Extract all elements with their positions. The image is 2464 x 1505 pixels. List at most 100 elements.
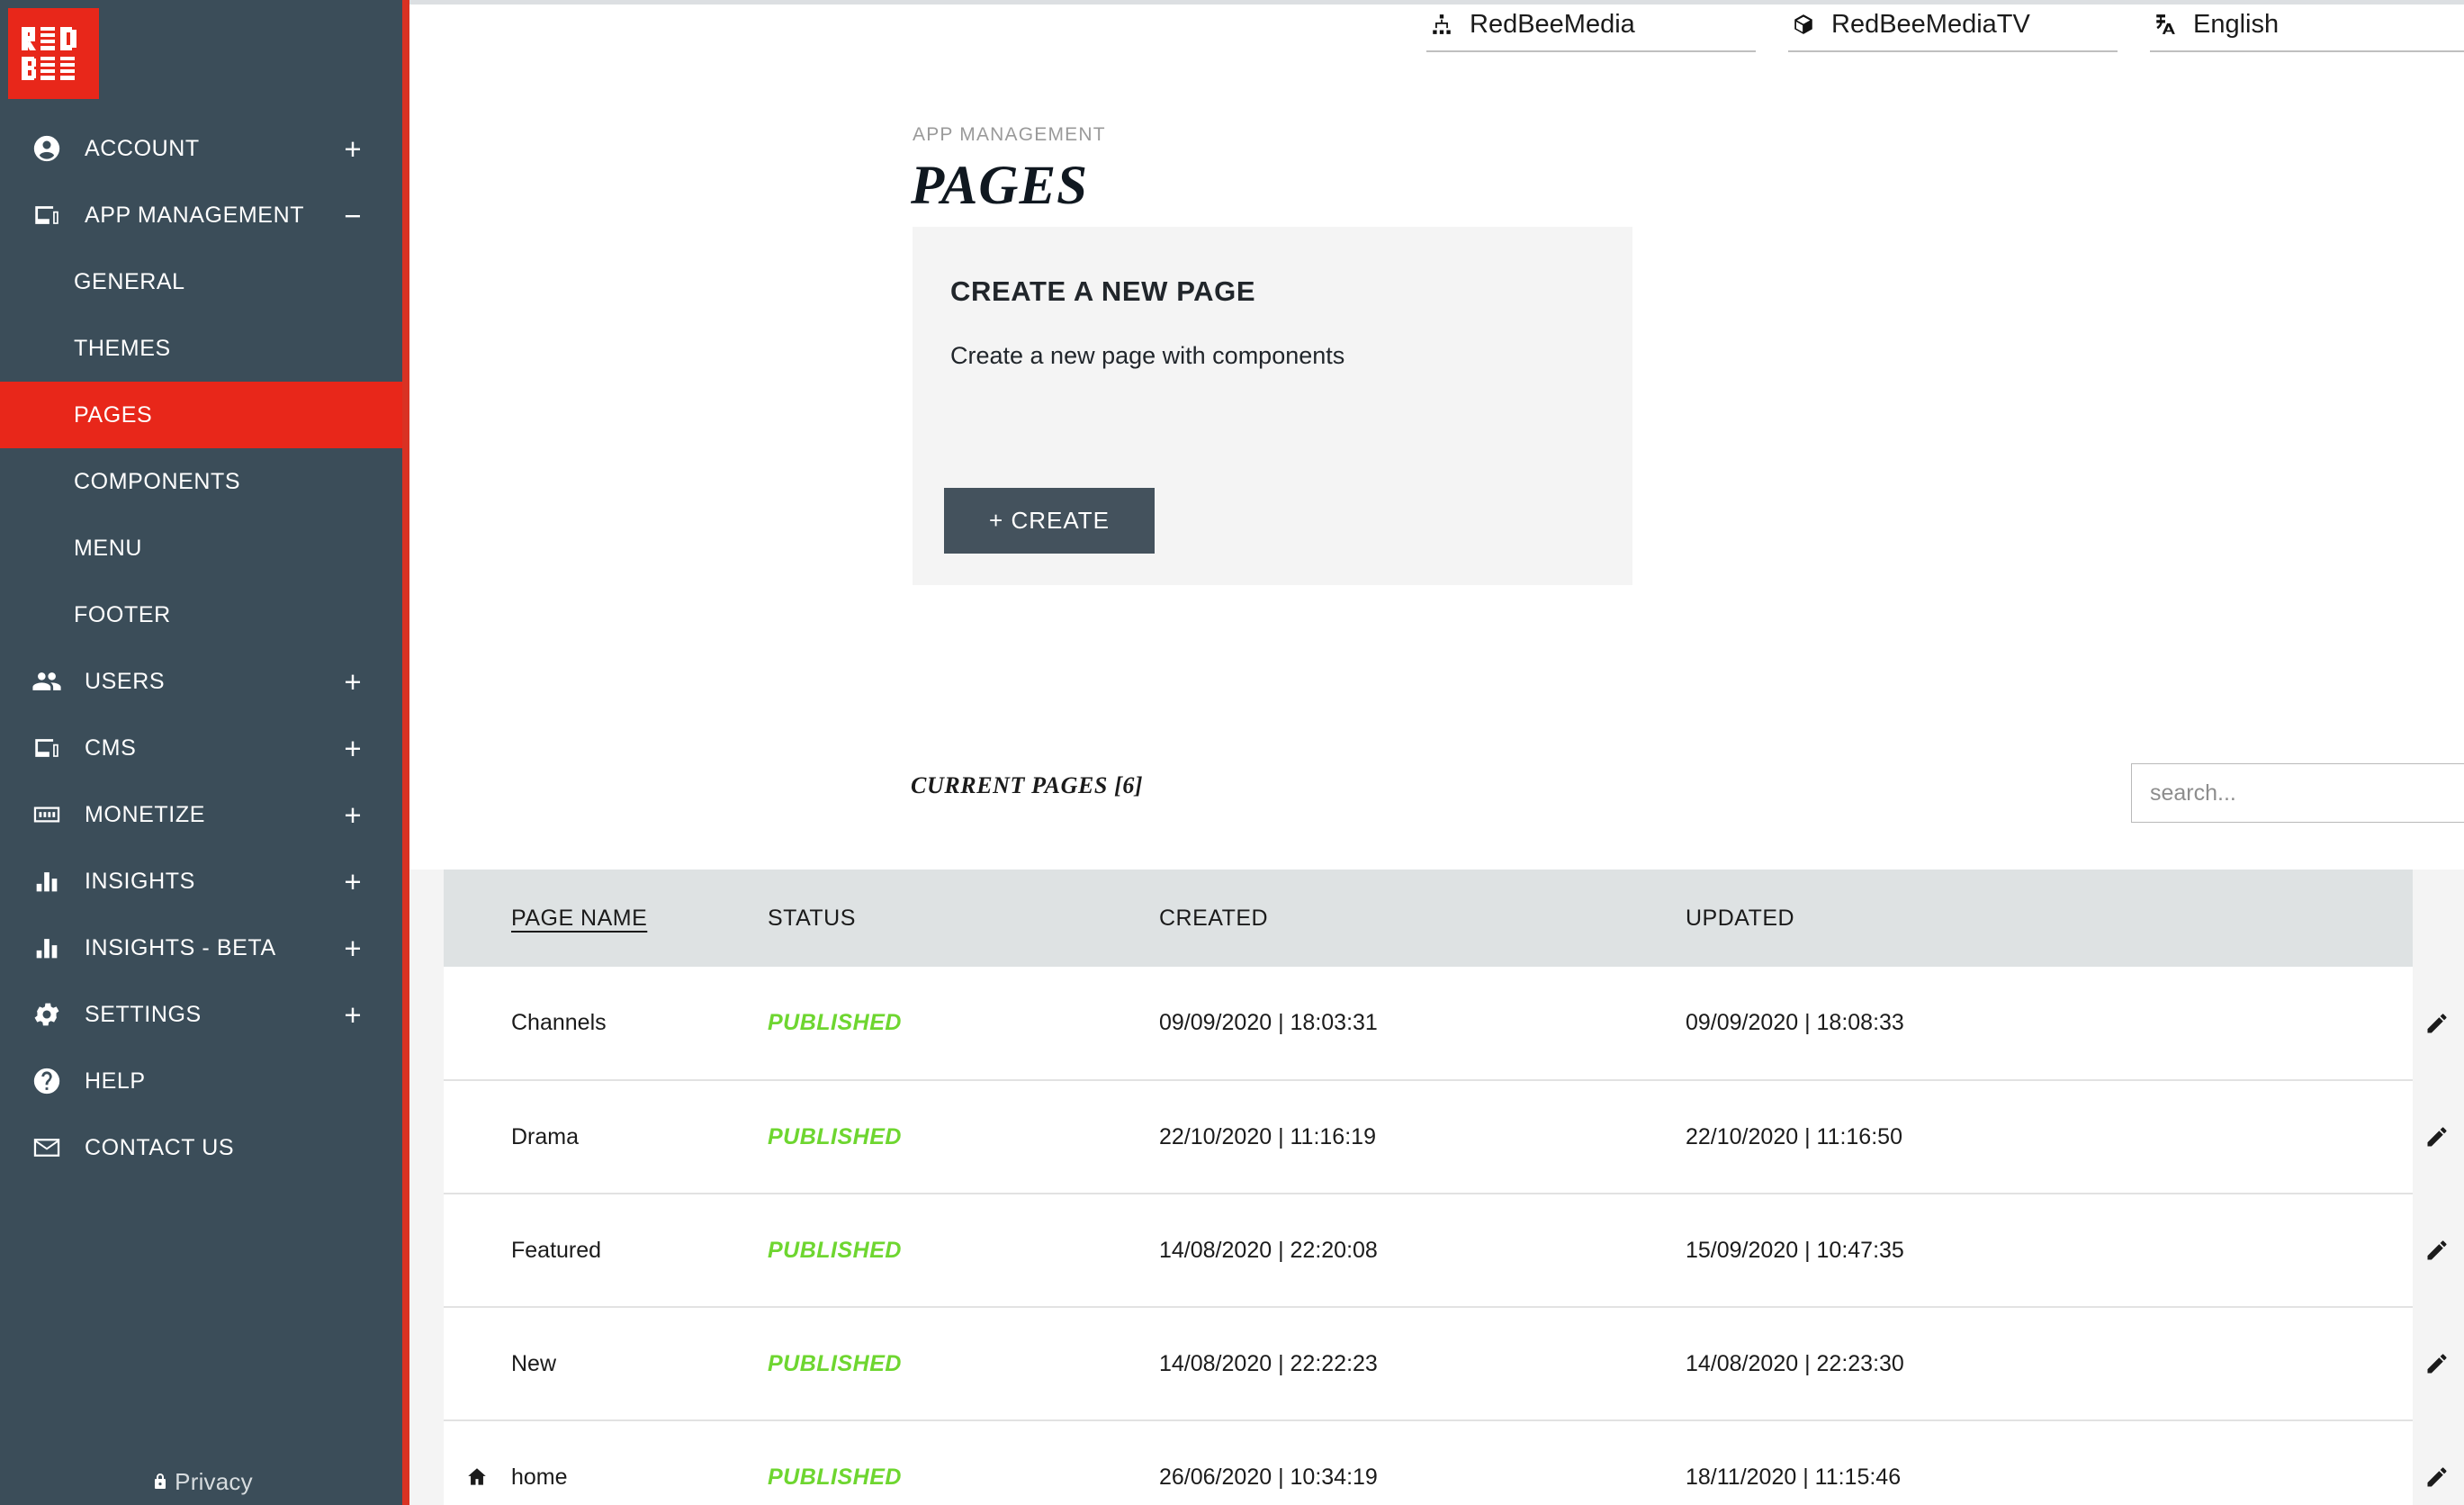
expand-toggle-icon[interactable]: +: [339, 867, 366, 897]
pencil-icon[interactable]: [2422, 1462, 2452, 1492]
expand-toggle-icon[interactable]: +: [339, 1000, 366, 1030]
pencil-icon[interactable]: [2422, 1122, 2452, 1152]
sidebar-item-insights[interactable]: INSIGHTS +: [0, 848, 402, 915]
create-card-description: Create a new page with components: [950, 342, 1345, 369]
bar-chart-icon: [29, 863, 65, 899]
sidebar-item-menu[interactable]: MENU: [0, 515, 402, 581]
table-row[interactable]: Drama PUBLISHED 22/10/2020 | 11:16:19 22…: [444, 1080, 2447, 1194]
column-header-label: CREATED: [1159, 905, 1269, 931]
pencil-icon[interactable]: [2422, 1008, 2452, 1039]
pencil-icon[interactable]: [2422, 1235, 2452, 1266]
devices-icon: [29, 197, 65, 233]
status-badge: PUBLISHED: [768, 1464, 902, 1490]
column-header-page-name[interactable]: PAGE NAME: [444, 870, 768, 967]
create-button[interactable]: + CREATE: [944, 488, 1155, 554]
cell-page-name: Drama: [511, 1123, 580, 1149]
account-circle-icon: [29, 131, 65, 167]
lock-icon: [149, 1471, 175, 1492]
sidebar-item-label: MONETIZE: [85, 801, 205, 827]
current-pages-label: CURRENT PAGES [6]: [911, 772, 1144, 798]
sidebar-item-label: APP MANAGEMENT: [85, 202, 305, 228]
cell-page-name: New: [511, 1350, 557, 1376]
table-row[interactable]: home PUBLISHED 26/06/2020 | 10:34:19 18/…: [444, 1420, 2447, 1505]
page-title: PAGES: [911, 156, 1089, 216]
sidebar-item-label: INSIGHTS: [85, 868, 195, 894]
organization-selector[interactable]: RedBeeMedia: [1426, 9, 1756, 52]
collapse-toggle-icon[interactable]: −: [339, 201, 366, 230]
status-badge: PUBLISHED: [768, 1123, 902, 1149]
cell-page-name-label: home: [511, 1464, 568, 1490]
topbar-selectors: RedBeeMedia RedBeeMediaTV English: [1426, 9, 2464, 52]
main-navigation: ACCOUNT + APP MANAGEMENT − GENERAL THEME…: [0, 115, 402, 1181]
cell-actions: [2379, 1420, 2447, 1505]
expand-toggle-icon[interactable]: +: [339, 734, 366, 763]
devices-icon: [29, 730, 65, 766]
cell-updated: 09/09/2020 | 18:08:33: [1686, 1010, 1904, 1035]
cell-status: PUBLISHED: [768, 1194, 1159, 1307]
expand-toggle-icon[interactable]: +: [339, 800, 366, 830]
sidebar-item-label: CONTACT US: [85, 1134, 235, 1160]
sidebar-item-label: HELP: [85, 1068, 146, 1094]
status-badge: PUBLISHED: [768, 1350, 902, 1376]
pencil-icon[interactable]: [2422, 1348, 2452, 1379]
status-badge: PUBLISHED: [768, 1010, 902, 1035]
cell-status: PUBLISHED: [768, 1307, 1159, 1420]
cell-status: PUBLISHED: [768, 967, 1159, 1080]
sidebar-subitem-label: THEMES: [74, 335, 171, 361]
sidebar-item-label: USERS: [85, 668, 166, 694]
sidebar-item-components[interactable]: COMPONENTS: [0, 448, 402, 515]
sidebar-item-contact-us[interactable]: CONTACT US: [0, 1114, 402, 1181]
language-selector[interactable]: English: [2150, 9, 2464, 52]
expand-toggle-icon[interactable]: +: [339, 933, 366, 963]
pages-table-container: PAGE NAME STATUS CREATED UPDATED Channel…: [409, 870, 2464, 1505]
column-header-updated: UPDATED: [1686, 870, 2379, 967]
table-row[interactable]: Featured PUBLISHED 14/08/2020 | 22:20:08…: [444, 1194, 2447, 1307]
bar-chart-icon: [29, 930, 65, 966]
sidebar-item-themes[interactable]: THEMES: [0, 315, 402, 382]
sidebar-item-help[interactable]: HELP: [0, 1048, 402, 1114]
translate-icon: [2150, 9, 2181, 40]
breadcrumb: APP MANAGEMENT: [913, 124, 1106, 145]
redbee-logo[interactable]: [8, 8, 99, 99]
cell-updated: 14/08/2020 | 22:23:30: [1686, 1350, 1904, 1376]
product-selector[interactable]: RedBeeMediaTV: [1788, 9, 2118, 52]
product-selector-label: RedBeeMediaTV: [1831, 9, 2030, 39]
expand-toggle-icon[interactable]: +: [339, 134, 366, 164]
home-icon: [463, 1464, 490, 1491]
sidebar-item-app-management[interactable]: APP MANAGEMENT −: [0, 182, 402, 248]
sidebar-item-settings[interactable]: SETTINGS +: [0, 981, 402, 1048]
sidebar-item-footer[interactable]: FOOTER: [0, 581, 402, 648]
cell-created: 14/08/2020 | 22:22:23: [1159, 1350, 1378, 1376]
column-header-actions: [2379, 870, 2413, 967]
gear-icon: [29, 996, 65, 1032]
privacy-label: Privacy: [175, 1467, 253, 1495]
sidebar-item-cms[interactable]: CMS +: [0, 715, 402, 781]
expand-toggle-icon[interactable]: +: [339, 667, 366, 697]
sidebar-item-monetize[interactable]: MONETIZE +: [0, 781, 402, 848]
language-selector-label: English: [2193, 9, 2280, 39]
cell-actions: [2379, 1080, 2447, 1194]
pages-table-body: Channels PUBLISHED 09/09/2020 | 18:03:31…: [444, 967, 2447, 1505]
cell-updated: 18/11/2020 | 11:15:46: [1686, 1464, 1902, 1490]
cell-page-name: Channels: [511, 1010, 607, 1035]
cell-actions: [2379, 1194, 2447, 1307]
column-header-created: CREATED: [1159, 870, 1686, 967]
sidebar-item-general[interactable]: GENERAL: [0, 248, 402, 315]
table-row[interactable]: Channels PUBLISHED 09/09/2020 | 18:03:31…: [444, 967, 2447, 1080]
search-input[interactable]: [2131, 763, 2464, 823]
sidebar-item-pages[interactable]: PAGES: [0, 382, 402, 448]
column-header-label: PAGE NAME: [511, 905, 648, 931]
cell-actions: [2379, 1307, 2447, 1420]
privacy-link[interactable]: Privacy: [0, 1458, 402, 1505]
org-tree-icon: [1426, 9, 1457, 40]
envelope-icon: [29, 1130, 65, 1166]
sidebar-item-users[interactable]: USERS +: [0, 648, 402, 715]
sidebar-item-insights-beta[interactable]: INSIGHTS - BETA +: [0, 915, 402, 981]
top-divider: [409, 0, 2464, 5]
table-row[interactable]: New PUBLISHED 14/08/2020 | 22:22:23 14/0…: [444, 1307, 2447, 1420]
money-icon: [29, 797, 65, 833]
cell-updated: 15/09/2020 | 10:47:35: [1686, 1237, 1904, 1263]
sidebar-item-account[interactable]: ACCOUNT +: [0, 115, 402, 182]
cell-created: 26/06/2020 | 10:34:19: [1159, 1464, 1378, 1490]
cell-created: 14/08/2020 | 22:20:08: [1159, 1237, 1378, 1263]
